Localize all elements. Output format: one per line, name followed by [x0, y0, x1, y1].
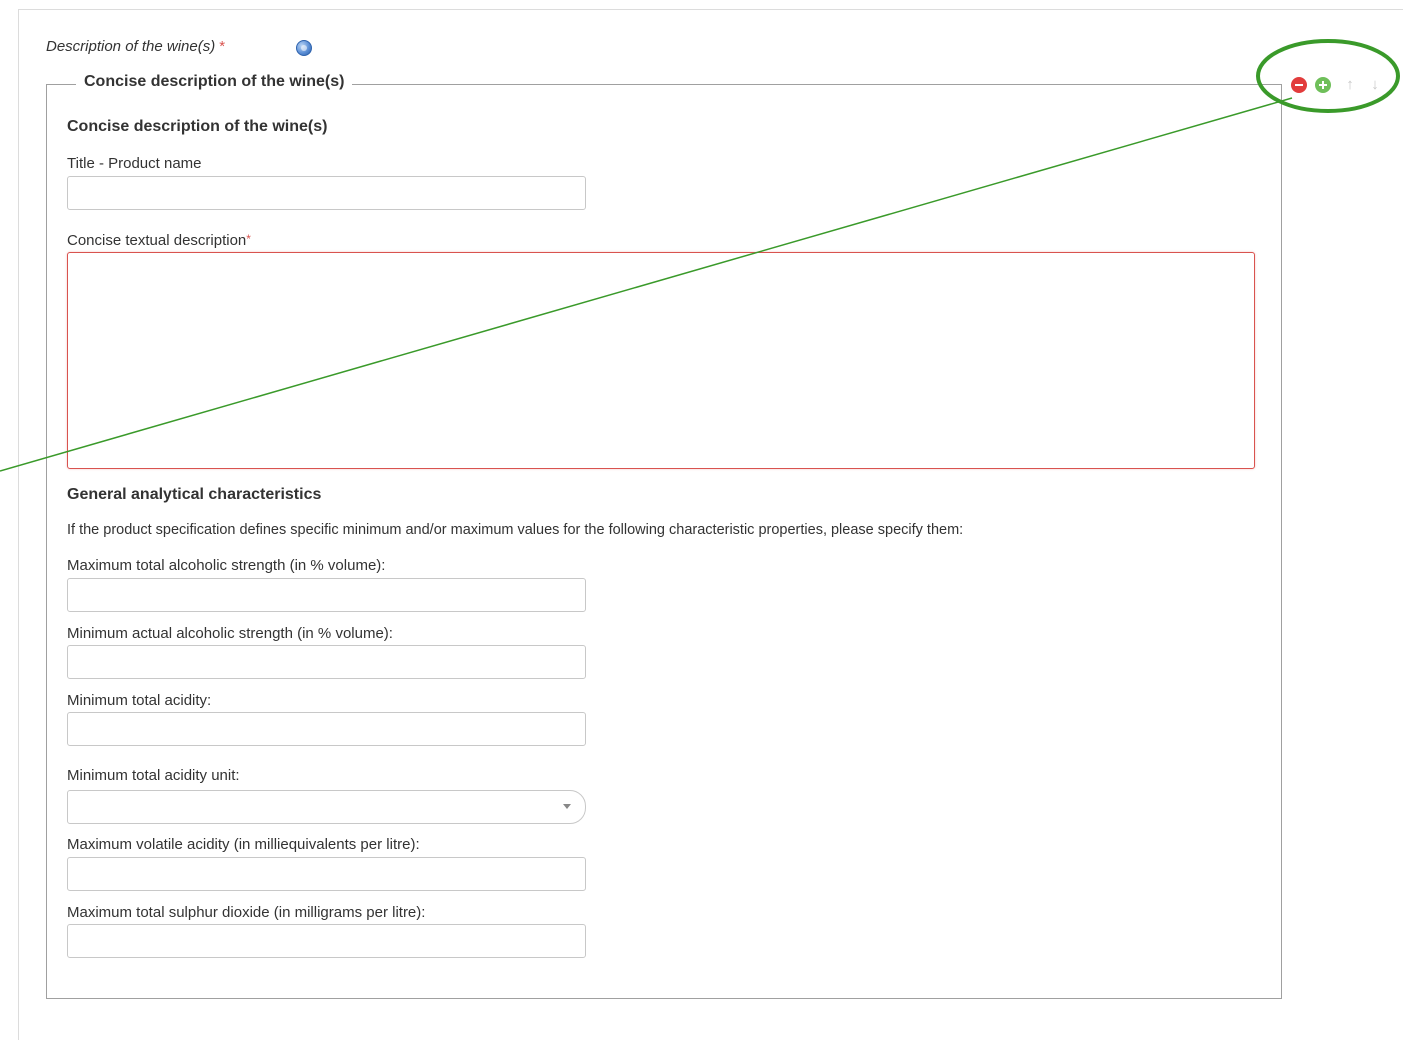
annotation-ellipse [1256, 39, 1400, 113]
annotation-overlay [0, 39, 1400, 472]
annotation-pointer-line [0, 97, 1293, 472]
